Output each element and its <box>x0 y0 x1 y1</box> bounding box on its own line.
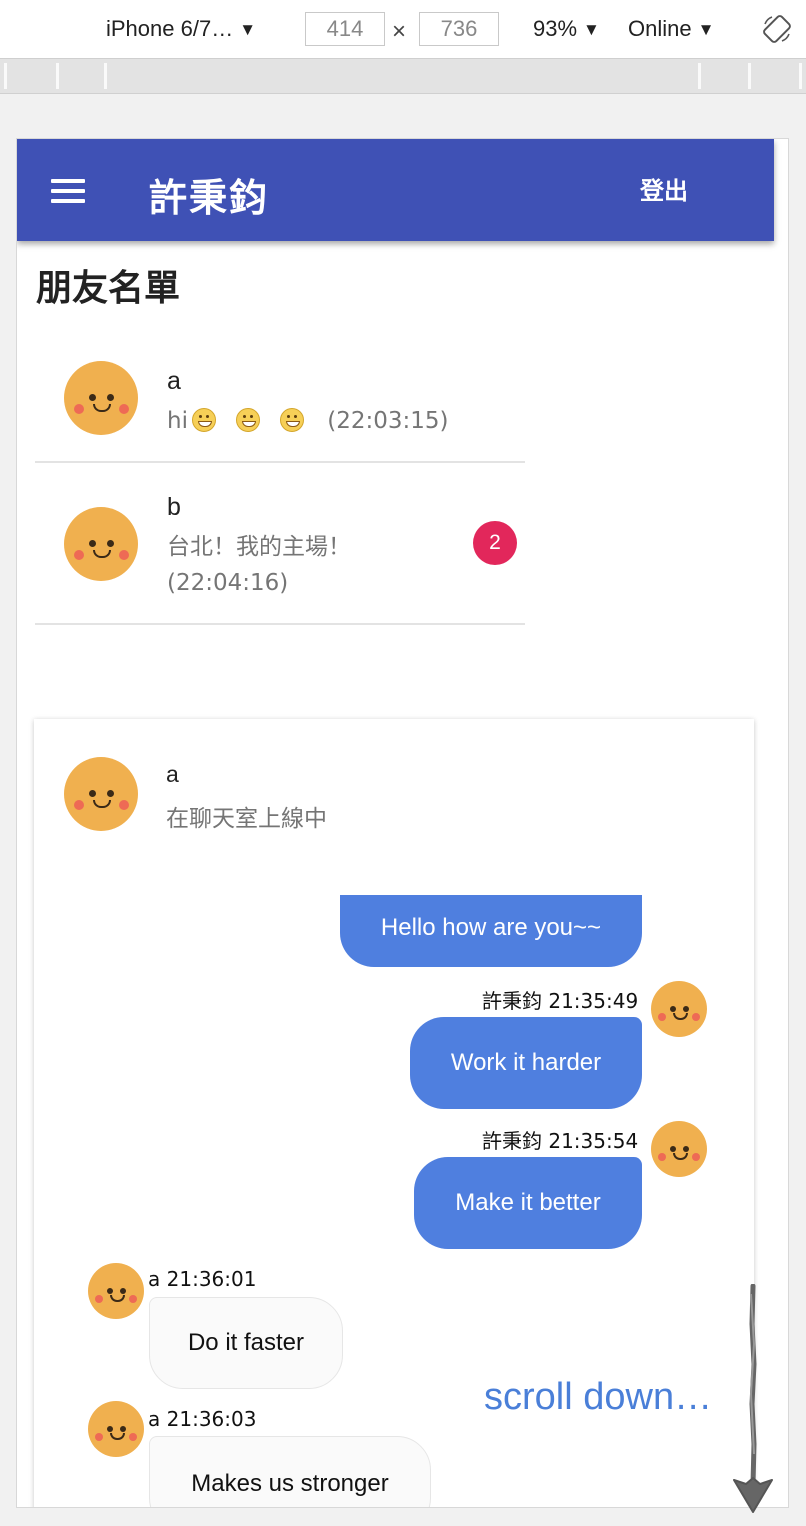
dimension-separator: × <box>392 18 407 45</box>
message-time: 21:35:54 <box>548 1129 639 1153</box>
message-time: 21:35:49 <box>548 989 639 1013</box>
ruler-tick <box>799 63 802 89</box>
network-select-label: Online <box>628 16 692 41</box>
scroll-down-annotation: scroll down… <box>484 1376 713 1418</box>
friend-last-message: 台北！我的主場！ <box>167 534 351 560</box>
scroll-down-arrow-icon <box>733 1284 773 1513</box>
message-meta: 許秉鈞 21:35:49 <box>482 985 638 1014</box>
message-sender: a <box>148 1267 161 1291</box>
zoom-dropdown-icon: ▼ <box>583 20 600 39</box>
friend-message-time: (22:03:15) <box>327 408 449 434</box>
device-viewport: 許秉鈞 登出 朋友名單 a hi (22:03:15) b 台北！我的主場！ (… <box>16 138 789 1508</box>
grinning-emoji-icon <box>235 408 260 432</box>
ruler-tick <box>698 63 701 89</box>
avatar <box>88 1401 144 1457</box>
message-meta: a 21:36:01 <box>148 1267 256 1291</box>
message-meta: 許秉鈞 21:35:54 <box>482 1125 638 1154</box>
media-query-ruler <box>0 59 806 94</box>
outgoing-message-bubble: Hello how are you~~ <box>340 895 642 967</box>
message-meta: a 21:36:03 <box>148 1407 256 1431</box>
viewport-height-input[interactable]: 736 <box>419 12 499 46</box>
device-select[interactable]: iPhone 6/7… ▼ <box>106 14 256 44</box>
ruler-tick <box>56 63 59 89</box>
rotate-icon[interactable] <box>762 14 792 44</box>
avatar <box>651 1121 707 1177</box>
zoom-select-label: 93% <box>533 16 578 41</box>
zoom-select[interactable]: 93% ▼ <box>533 14 600 44</box>
ruler-tick <box>748 63 751 89</box>
network-dropdown-icon: ▼ <box>697 20 715 39</box>
chat-partner-status: 在聊天室上線中 <box>166 806 327 832</box>
friend-list-item[interactable]: b 台北！我的主場！ (22:04:16) 2 <box>35 463 525 625</box>
message-sender: a <box>148 1407 161 1431</box>
hamburger-menu-icon[interactable] <box>51 179 85 203</box>
chat-partner-avatar <box>64 757 138 831</box>
device-select-label: iPhone 6/7… <box>106 16 234 41</box>
app-title: 許秉鈞 <box>149 176 270 220</box>
friend-message-text: hi <box>167 408 188 434</box>
device-dropdown-icon: ▼ <box>239 20 257 39</box>
ruler-tick <box>4 63 7 89</box>
ruler-tick <box>104 63 107 89</box>
app-bar: 許秉鈞 登出 <box>17 139 774 241</box>
friend-name: a <box>167 367 181 395</box>
avatar <box>651 981 707 1037</box>
friend-message-time: (22:04:16) <box>167 570 289 596</box>
message-time: 21:36:01 <box>166 1267 257 1291</box>
viewport-width-input[interactable]: 414 <box>305 12 385 46</box>
friend-name: b <box>167 493 181 521</box>
avatar <box>64 361 138 435</box>
friend-last-message: hi (22:03:15) <box>167 403 449 439</box>
chat-partner-name: a <box>166 761 179 787</box>
devtools-toolbar: iPhone 6/7… ▼ 414 × 736 93% ▼ Online ▼ <box>0 0 806 59</box>
outgoing-message-bubble: Work it harder <box>410 1017 642 1109</box>
message-time: 21:36:03 <box>166 1407 257 1431</box>
grinning-emoji-icon <box>191 408 216 432</box>
avatar <box>64 507 138 581</box>
friends-list-title: 朋友名單 <box>36 268 181 309</box>
logout-button[interactable]: 登出 <box>627 173 701 209</box>
outgoing-message-bubble: Make it better <box>414 1157 642 1249</box>
incoming-message-bubble: Makes us stronger <box>149 1436 431 1507</box>
network-throttle-select[interactable]: Online ▼ <box>628 14 714 44</box>
message-sender: 許秉鈞 <box>482 1129 542 1153</box>
message-sender: 許秉鈞 <box>482 989 542 1013</box>
friend-list-item[interactable]: a hi (22:03:15) <box>35 325 525 463</box>
unread-count-badge: 2 <box>473 521 517 565</box>
avatar <box>88 1263 144 1319</box>
grinning-emoji-icon <box>279 408 304 432</box>
incoming-message-bubble: Do it faster <box>149 1297 343 1389</box>
